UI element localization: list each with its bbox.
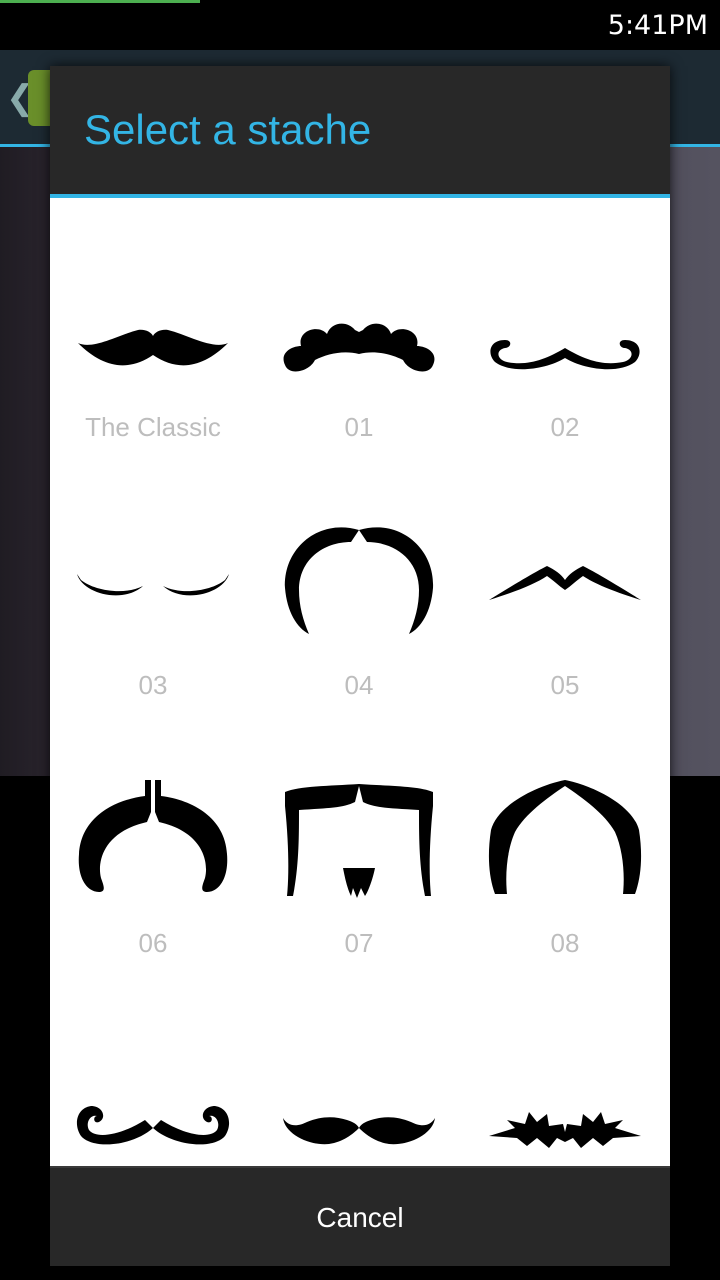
- stache-option-09[interactable]: [50, 972, 256, 1166]
- curly-bumpy-mustache-icon: [283, 323, 435, 372]
- clock: 5:41PM: [607, 10, 708, 41]
- stache-option-11[interactable]: [462, 972, 668, 1166]
- spiky-mustache-icon: [489, 1112, 641, 1148]
- dialog-title: Select a stache: [84, 106, 372, 153]
- handlebar-curl-mustache-icon: [490, 340, 640, 370]
- thin-pencil-mustache-icon: [77, 574, 229, 596]
- stache-option-06[interactable]: 06: [50, 714, 256, 972]
- chevron-thin-mustache-icon: [489, 566, 641, 600]
- stache-option-01[interactable]: 01: [256, 198, 462, 456]
- download-progress-line: [0, 0, 200, 3]
- stache-grid[interactable]: The Classic 01 02 03 04 05 06 07 08: [50, 198, 670, 1166]
- wavy-mustache-icon: [283, 1117, 435, 1145]
- stache-option-07[interactable]: 07: [256, 714, 462, 972]
- option-label: 03: [138, 670, 168, 700]
- option-label: 05: [550, 670, 580, 700]
- stache-option-05[interactable]: 05: [462, 456, 668, 714]
- option-label: 06: [138, 928, 168, 958]
- stache-option-03[interactable]: 03: [50, 456, 256, 714]
- stache-picker-dialog: Select a stache The Classic 01 02 03 04 …: [50, 66, 670, 1266]
- option-label: 02: [550, 412, 580, 442]
- stache-option-02[interactable]: 02: [462, 198, 668, 456]
- arched-horseshoe-mustache-icon: [488, 780, 642, 894]
- option-label: 07: [344, 928, 374, 958]
- dialog-footer: Cancel: [50, 1166, 670, 1266]
- option-label: 01: [344, 412, 374, 442]
- walrus-split-mustache-icon: [78, 780, 228, 892]
- option-label: 08: [550, 928, 580, 958]
- option-label: The Classic: [85, 412, 221, 442]
- cancel-button[interactable]: Cancel: [50, 1168, 670, 1266]
- option-label: 04: [344, 670, 374, 700]
- horseshoe-mustache-icon: [284, 527, 434, 634]
- status-bar: 5:41PM: [0, 0, 720, 50]
- swirl-handlebar-mustache-icon: [76, 1106, 230, 1145]
- dialog-header: Select a stache: [50, 66, 670, 194]
- stache-option-08[interactable]: 08: [462, 714, 668, 972]
- fu-manchu-goatee-icon: [285, 784, 433, 898]
- classic-mustache-icon: [78, 329, 228, 366]
- stache-option-classic[interactable]: The Classic: [50, 198, 256, 456]
- stache-option-04[interactable]: 04: [256, 456, 462, 714]
- stache-option-10[interactable]: [256, 972, 462, 1166]
